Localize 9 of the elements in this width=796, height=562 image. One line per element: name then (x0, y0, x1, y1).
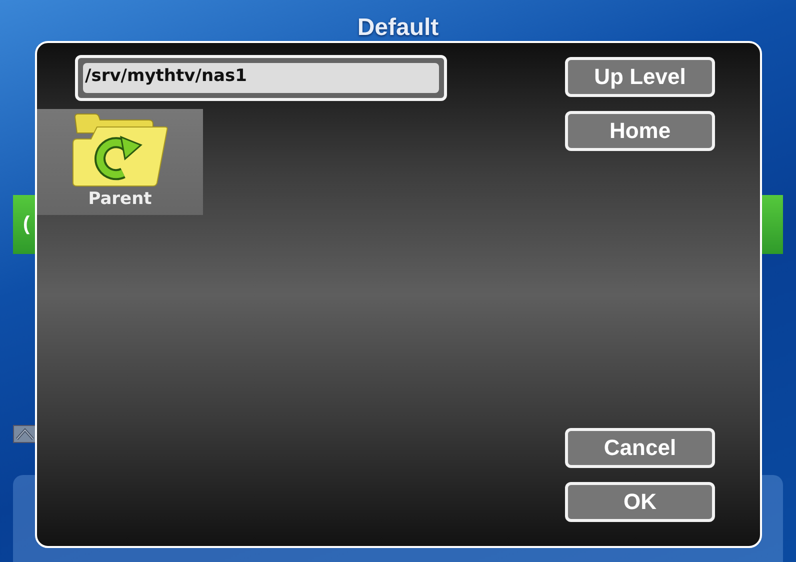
path-field[interactable]: /srv/mythtv/nas1 (75, 55, 447, 101)
dialog-button[interactable]: Up Level (565, 57, 715, 97)
folder-tile[interactable]: Parent (37, 109, 203, 215)
up-arrow-icon (13, 425, 37, 443)
parent-folder-icon (71, 113, 169, 187)
dialog-button[interactable]: Home (565, 111, 715, 151)
dialog-button[interactable]: Cancel (565, 428, 715, 468)
dialog-button[interactable]: OK (565, 482, 715, 522)
screen-title: Default (356, 13, 440, 41)
